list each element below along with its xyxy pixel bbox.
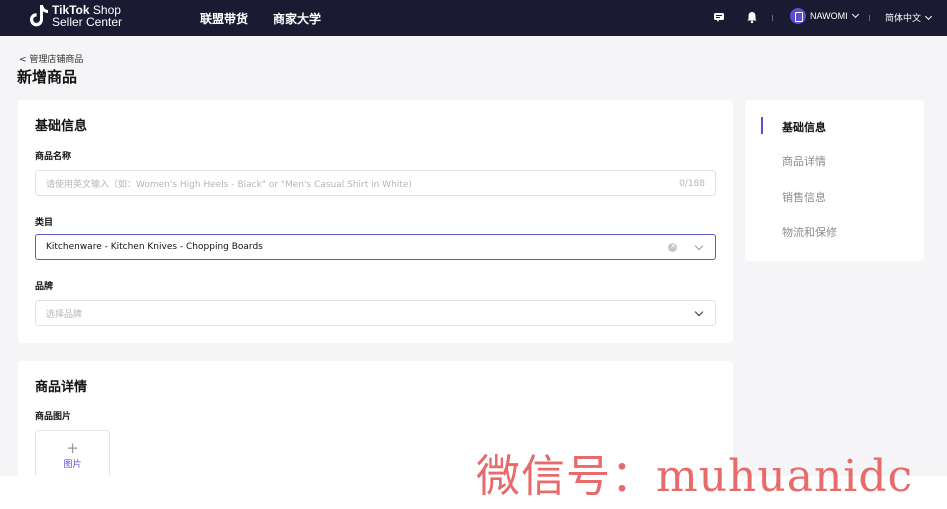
logo-subtitle: Seller Center bbox=[52, 15, 123, 29]
chevron-down-icon bbox=[694, 241, 704, 251]
category-value: Kitchenware - Kitchen Knives - Chopping … bbox=[46, 242, 263, 252]
watermark-text: 微信号：muhuanidc bbox=[476, 451, 914, 502]
product-images-label: 商品图片 bbox=[35, 412, 72, 422]
nav-affiliate[interactable]: 联盟带货 bbox=[200, 10, 248, 27]
brand-placeholder: 选择品牌 bbox=[46, 309, 83, 320]
breadcrumb[interactable]: < 管理店铺商品 bbox=[19, 52, 83, 65]
language-label: 简体中文 bbox=[885, 14, 922, 24]
product-name-label: 商品名称 bbox=[35, 152, 72, 162]
message-icon[interactable] bbox=[712, 10, 726, 24]
bell-icon[interactable] bbox=[745, 10, 759, 24]
user-name: NAWOMI bbox=[810, 11, 848, 21]
chevron-down-icon bbox=[694, 307, 704, 317]
brand-label: 品牌 bbox=[35, 282, 54, 292]
section-nav-shipping-warranty[interactable]: 物流和保修 bbox=[782, 224, 837, 240]
basic-info-title: 基础信息 bbox=[35, 119, 88, 134]
chevron-down-icon bbox=[851, 10, 859, 19]
active-indicator bbox=[761, 117, 763, 134]
product-detail-title: 商品详情 bbox=[35, 380, 88, 395]
page-title: 新增商品 bbox=[17, 68, 78, 86]
brand-select[interactable]: 选择品牌 bbox=[35, 300, 716, 326]
tiktok-shop-logo[interactable]: TikTok Shop Seller Center bbox=[30, 3, 122, 29]
avatar-icon[interactable] bbox=[790, 8, 806, 24]
upload-label: 图片 bbox=[63, 460, 82, 470]
tiktok-logo-icon bbox=[30, 5, 48, 27]
divider bbox=[869, 15, 870, 21]
category-select[interactable]: Kitchenware - Kitchen Knives - Chopping … bbox=[35, 234, 716, 260]
section-nav-card: 基础信息 商品详情 销售信息 物流和保修 bbox=[745, 100, 924, 261]
product-name-input[interactable]: 请使用英文输入（如：Women's High Heels - Black" or… bbox=[35, 170, 716, 196]
section-nav-product-detail[interactable]: 商品详情 bbox=[782, 153, 826, 169]
user-menu[interactable]: NAWOMI bbox=[810, 10, 859, 21]
basic-info-card: 基础信息 商品名称 请使用英文输入（如：Women's High Heels -… bbox=[18, 100, 733, 343]
product-name-placeholder: 请使用英文输入（如：Women's High Heels - Black" or… bbox=[46, 179, 412, 190]
image-upload-button[interactable]: + 图片 bbox=[35, 430, 110, 478]
top-bar: TikTok Shop Seller Center 联盟带货 商家大学 NAWO… bbox=[0, 0, 947, 36]
plus-icon: + bbox=[66, 439, 79, 457]
clear-icon[interactable] bbox=[668, 241, 677, 252]
chevron-down-icon bbox=[924, 12, 933, 21]
divider bbox=[772, 15, 773, 21]
section-nav-sales-info[interactable]: 销售信息 bbox=[782, 189, 826, 205]
nav-seller-university[interactable]: 商家大学 bbox=[273, 10, 321, 27]
language-selector[interactable]: 简体中文 bbox=[885, 11, 933, 24]
char-counter: 0/188 bbox=[679, 179, 705, 189]
section-nav-basic-info[interactable]: 基础信息 bbox=[782, 119, 826, 135]
category-label: 类目 bbox=[35, 218, 54, 228]
